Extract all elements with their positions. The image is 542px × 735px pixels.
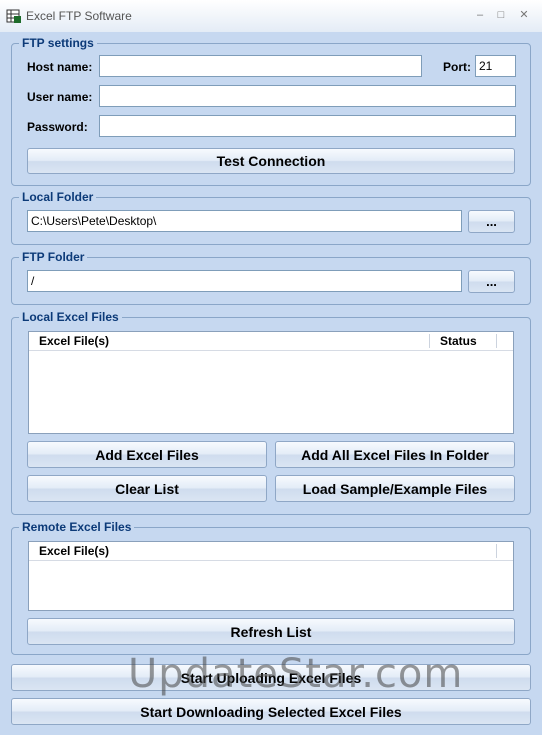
start-uploading-button[interactable]: Start Uploading Excel Files <box>11 664 531 691</box>
column-separator[interactable] <box>429 334 430 348</box>
user-name-input[interactable] <box>99 85 516 107</box>
local-folder-group: Local Folder ... <box>11 190 531 245</box>
window-title: Excel FTP Software <box>26 9 132 23</box>
local-folder-browse-button[interactable]: ... <box>468 210 515 233</box>
clear-list-button[interactable]: Clear List <box>27 475 267 502</box>
port-input[interactable] <box>475 55 516 77</box>
password-input[interactable] <box>99 115 516 137</box>
column-separator[interactable] <box>496 334 497 348</box>
start-downloading-button[interactable]: Start Downloading Selected Excel Files <box>11 698 531 725</box>
column-header-remote-excel-files[interactable]: Excel File(s) <box>39 542 109 560</box>
app-icon <box>6 9 21 23</box>
host-name-input[interactable] <box>99 55 422 77</box>
password-label: Password: <box>27 120 88 134</box>
ftp-folder-group: FTP Folder ... <box>11 250 531 305</box>
remote-files-list-header: Excel File(s) <box>29 542 513 561</box>
app-window: Excel FTP Software – □ ✕ FTP settings Ho… <box>0 0 542 735</box>
port-label: Port: <box>443 60 471 74</box>
ftp-settings-legend: FTP settings <box>19 36 97 50</box>
test-connection-button[interactable]: Test Connection <box>27 148 515 174</box>
add-all-excel-files-button[interactable]: Add All Excel Files In Folder <box>275 441 515 468</box>
column-header-excel-files[interactable]: Excel File(s) <box>39 332 109 350</box>
local-files-list-header: Excel File(s) Status <box>29 332 513 351</box>
minimize-button[interactable]: – <box>470 6 490 24</box>
remote-files-legend: Remote Excel Files <box>19 520 135 534</box>
add-excel-files-button[interactable]: Add Excel Files <box>27 441 267 468</box>
column-header-status[interactable]: Status <box>440 332 477 350</box>
local-files-list[interactable]: Excel File(s) Status <box>28 331 514 434</box>
client-area: FTP settings Host name: Port: User name:… <box>0 32 542 735</box>
local-files-group: Local Excel Files Excel File(s) Status A… <box>11 310 531 515</box>
ftp-folder-browse-button[interactable]: ... <box>468 270 515 293</box>
refresh-list-button[interactable]: Refresh List <box>27 618 515 645</box>
host-name-label: Host name: <box>27 60 93 74</box>
column-separator[interactable] <box>496 544 497 558</box>
user-name-label: User name: <box>27 90 93 104</box>
remote-files-group: Remote Excel Files Excel File(s) Refresh… <box>11 520 531 655</box>
local-files-legend: Local Excel Files <box>19 310 122 324</box>
title-bar[interactable]: Excel FTP Software – □ ✕ <box>0 0 542 32</box>
close-button[interactable]: ✕ <box>514 6 534 24</box>
ftp-folder-legend: FTP Folder <box>19 250 88 264</box>
local-folder-input[interactable] <box>27 210 462 232</box>
remote-files-list[interactable]: Excel File(s) <box>28 541 514 611</box>
local-folder-legend: Local Folder <box>19 190 97 204</box>
ftp-settings-group: FTP settings Host name: Port: User name:… <box>11 36 531 186</box>
ftp-folder-input[interactable] <box>27 270 462 292</box>
load-sample-files-button[interactable]: Load Sample/Example Files <box>275 475 515 502</box>
maximize-button[interactable]: □ <box>491 6 511 24</box>
